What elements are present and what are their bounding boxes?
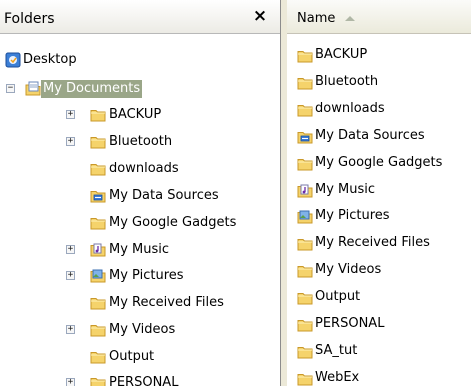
tree-item-label: PERSONAL — [109, 375, 179, 386]
list-item-label: downloads — [315, 101, 385, 116]
tree-item-label: My Google Gadgets — [109, 215, 237, 230]
tree-item[interactable]: − My Documents — [0, 77, 280, 101]
expand-icon[interactable]: + — [66, 245, 75, 254]
expand-icon[interactable]: + — [66, 137, 75, 146]
expand-icon[interactable]: + — [66, 378, 75, 386]
expand-icon[interactable]: + — [66, 110, 75, 119]
name-column-header[interactable]: Name — [287, 0, 471, 34]
expand-icon[interactable]: + — [66, 271, 75, 280]
list-item-label: My Music — [315, 182, 376, 197]
folder-icon — [90, 295, 106, 311]
folder-icon — [297, 102, 313, 118]
tree-item-label: My Data Sources — [109, 188, 219, 203]
tree-item-label: My Videos — [109, 322, 176, 337]
tree-item[interactable]: My Google Gadgets — [0, 211, 280, 235]
folder-icon — [297, 263, 313, 279]
tree-item-label: BACKUP — [109, 107, 162, 122]
music-folder-icon — [90, 242, 106, 258]
folder-icon — [90, 322, 106, 338]
music-folder-icon — [297, 183, 313, 199]
folder-icon — [297, 317, 313, 333]
list-item-label: My Videos — [315, 262, 382, 277]
folder-icon — [90, 215, 106, 231]
tree-item-label: Output — [109, 349, 155, 364]
folder-icon — [90, 349, 106, 365]
folder-icon — [90, 107, 106, 123]
folder-icon — [297, 371, 313, 386]
tree-item[interactable]: downloads — [0, 157, 280, 181]
list-item-label: My Received Files — [315, 235, 430, 250]
my-documents-icon — [25, 81, 41, 97]
folder-icon — [90, 375, 106, 386]
file-list-pane: Name BACKUP Bluetooth downloads My Data Sou… — [287, 0, 471, 386]
data-sources-icon — [90, 188, 106, 204]
tree-item-label: downloads — [109, 161, 179, 176]
tree-item-label: My Pictures — [109, 268, 184, 283]
collapse-icon[interactable]: − — [6, 84, 15, 93]
list-item-label: Bluetooth — [315, 74, 379, 89]
sort-ascending-icon — [345, 16, 355, 21]
data-sources-icon — [297, 129, 313, 145]
folder-icon — [297, 236, 313, 252]
tree-item[interactable]: + My Videos — [0, 318, 280, 342]
folder-icon — [90, 134, 106, 150]
folder-icon — [297, 75, 313, 91]
folders-title: Folders — [4, 11, 55, 27]
pictures-folder-icon — [90, 268, 106, 284]
list-item-label: SA_tut — [315, 343, 358, 358]
list-item-label: BACKUP — [315, 47, 368, 62]
list-item-label: PERSONAL — [315, 316, 385, 331]
tree-item[interactable]: Desktop — [0, 48, 280, 72]
folder-icon — [297, 290, 313, 306]
folder-icon — [297, 156, 313, 172]
tree-item[interactable]: + BACKUP — [0, 103, 280, 127]
tree-item-label: My Received Files — [109, 295, 224, 310]
tree-item-label: My Documents — [41, 80, 143, 98]
folders-header: Folders × — [0, 0, 280, 34]
list-item-label: My Data Sources — [315, 128, 425, 143]
expand-icon[interactable]: + — [66, 325, 75, 334]
folders-pane: Folders × Desktop − My Documents + BACKUP + Bl… — [0, 0, 281, 386]
tree-item[interactable]: My Received Files — [0, 291, 280, 315]
tree-item[interactable]: My Data Sources — [0, 184, 280, 208]
list-item-label: Output — [315, 289, 361, 304]
tree-item-label: My Music — [109, 242, 170, 257]
tree-item[interactable]: + My Music — [0, 238, 280, 262]
tree-item[interactable]: + PERSONAL — [0, 371, 280, 386]
tree-item[interactable]: Output — [0, 345, 280, 369]
desktop-icon — [5, 52, 21, 68]
pictures-folder-icon — [297, 209, 313, 225]
list-item-label: WebEx — [315, 370, 360, 385]
tree-item-label: Bluetooth — [109, 134, 173, 149]
list-item-label: My Pictures — [315, 208, 390, 223]
folder-icon — [90, 161, 106, 177]
tree-item-label: Desktop — [23, 52, 77, 67]
list-item-label: My Google Gadgets — [315, 155, 443, 170]
folder-icon — [297, 344, 313, 360]
tree-item[interactable]: + My Pictures — [0, 264, 280, 288]
folder-icon — [297, 48, 313, 64]
name-column-label: Name — [297, 11, 336, 26]
tree-item[interactable]: + Bluetooth — [0, 130, 280, 154]
close-icon[interactable]: × — [248, 4, 272, 28]
